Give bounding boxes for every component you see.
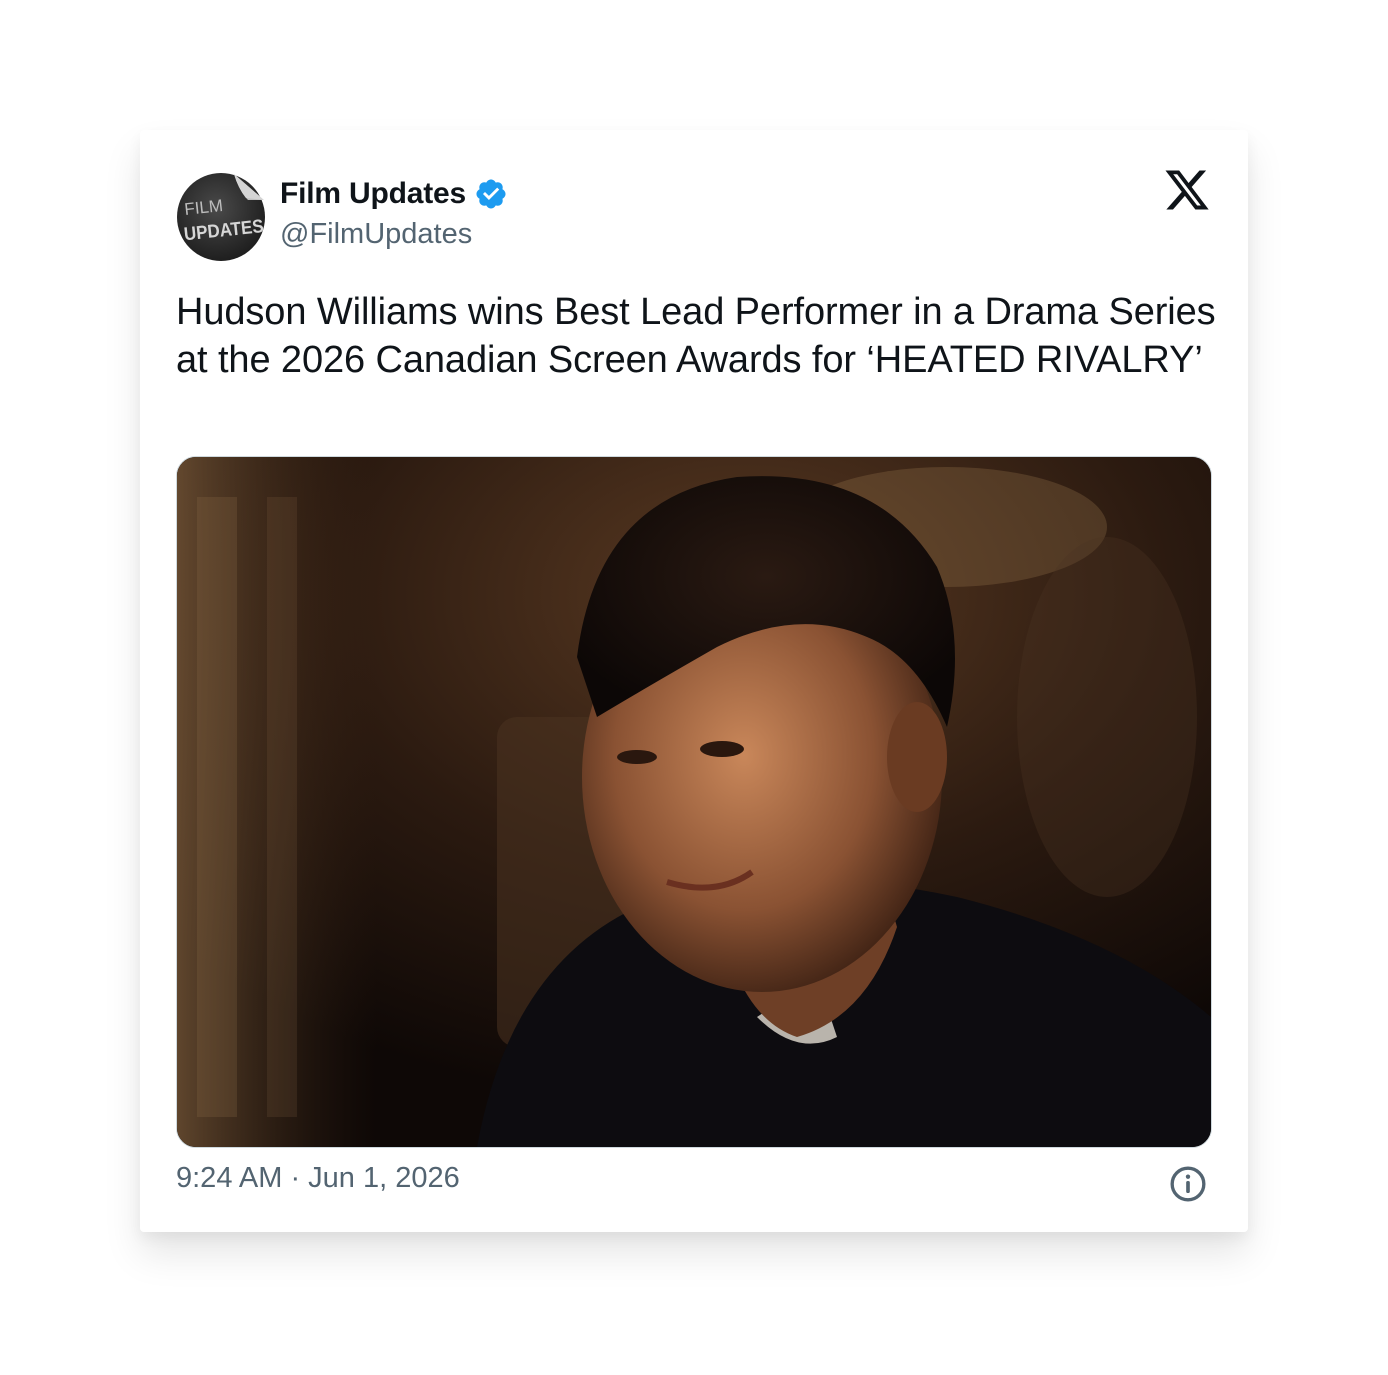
post-timestamp[interactable]: 9:24 AM · Jun 1, 2026 [176, 1162, 460, 1195]
info-icon[interactable] [1168, 1164, 1208, 1204]
post-text: Hudson Williams wins Best Lead Performer… [176, 291, 1216, 381]
avatar-text-top: FILM [183, 196, 224, 219]
avatar[interactable]: FILM UPDATES [176, 170, 266, 262]
x-logo-icon[interactable] [1163, 170, 1211, 214]
author-name-row: Film Updates [280, 174, 508, 214]
post-image[interactable] [176, 456, 1212, 1148]
author-handle[interactable]: @FilmUpdates [280, 218, 472, 251]
verified-badge-icon [476, 179, 506, 209]
author-display-name[interactable]: Film Updates [280, 177, 466, 211]
